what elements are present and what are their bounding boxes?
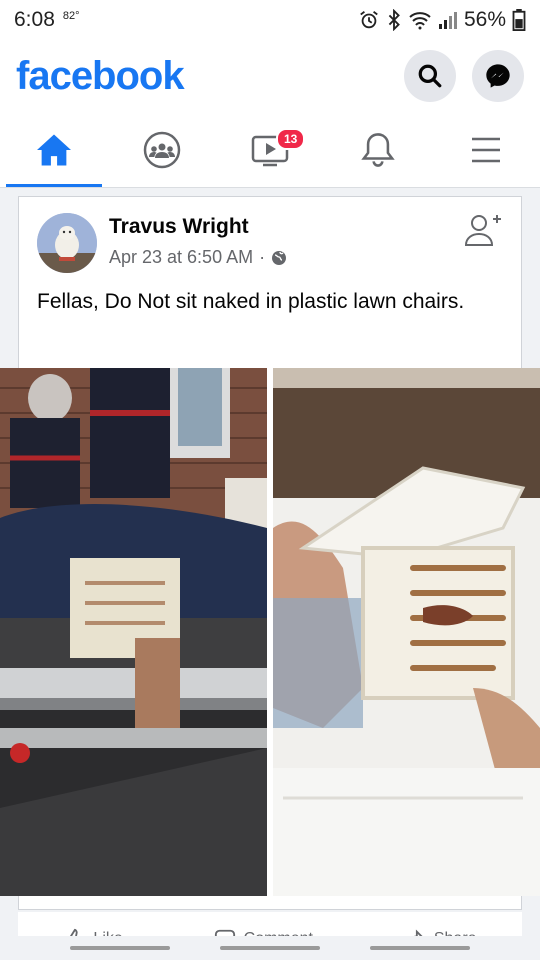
post-photos	[0, 368, 540, 896]
timestamp-text: Apr 23 at 6:50 AM	[109, 247, 254, 267]
search-button[interactable]	[404, 50, 456, 102]
header-actions	[404, 50, 524, 102]
search-icon	[418, 64, 442, 88]
signal-icon	[438, 12, 457, 29]
facebook-logo[interactable]: facebook	[16, 54, 185, 99]
tab-home[interactable]	[0, 112, 108, 187]
alarm-icon	[360, 11, 378, 29]
globe-icon	[272, 250, 287, 265]
app-header: facebook	[0, 40, 540, 112]
bell-icon	[361, 132, 395, 167]
post-meta: Travus Wright Apr 23 at 6:50 AM ·	[109, 213, 287, 268]
tab-notifications[interactable]	[324, 112, 432, 187]
add-friend-icon	[464, 215, 501, 246]
bluetooth-icon	[388, 9, 400, 31]
gesture-bar	[0, 936, 540, 960]
tab-watch[interactable]: 13	[216, 112, 324, 187]
tab-groups[interactable]	[108, 112, 216, 187]
nav-tabs: 13	[0, 112, 540, 188]
watch-badge: 13	[276, 128, 306, 150]
post-text: Fellas, Do Not sit naked in plastic lawn…	[37, 290, 465, 313]
tab-menu[interactable]	[432, 112, 540, 187]
temperature: 82°	[62, 10, 80, 22]
post-photo-2[interactable]	[273, 368, 540, 896]
messenger-button[interactable]	[472, 50, 524, 102]
clock: 6:08	[14, 8, 55, 31]
post-photo-1[interactable]	[0, 368, 267, 896]
post-author[interactable]: Travus Wright	[109, 215, 287, 239]
battery-icon	[512, 9, 526, 31]
gesture-pill-right[interactable]	[370, 946, 470, 950]
photo-scene-2	[273, 368, 540, 896]
meta-separator: ·	[259, 247, 266, 267]
dog-avatar-icon	[37, 213, 97, 273]
add-friend-button[interactable]	[463, 211, 503, 256]
wifi-icon	[409, 12, 431, 30]
home-icon	[37, 134, 71, 165]
photo-scene-1	[0, 368, 267, 896]
groups-icon	[143, 131, 181, 168]
post-header: Travus Wright Apr 23 at 6:50 AM ·	[19, 197, 521, 273]
gesture-pill-left[interactable]	[70, 946, 170, 950]
status-icons: 56%	[358, 8, 526, 32]
messenger-icon	[486, 64, 510, 88]
avatar[interactable]	[37, 213, 97, 273]
post-timestamp[interactable]: Apr 23 at 6:50 AM ·	[109, 247, 287, 268]
menu-icon	[472, 137, 500, 162]
gesture-pill-center[interactable]	[220, 946, 320, 950]
battery-percent: 56%	[463, 8, 506, 31]
status-bar: 6:08 82° 56%	[0, 0, 540, 40]
